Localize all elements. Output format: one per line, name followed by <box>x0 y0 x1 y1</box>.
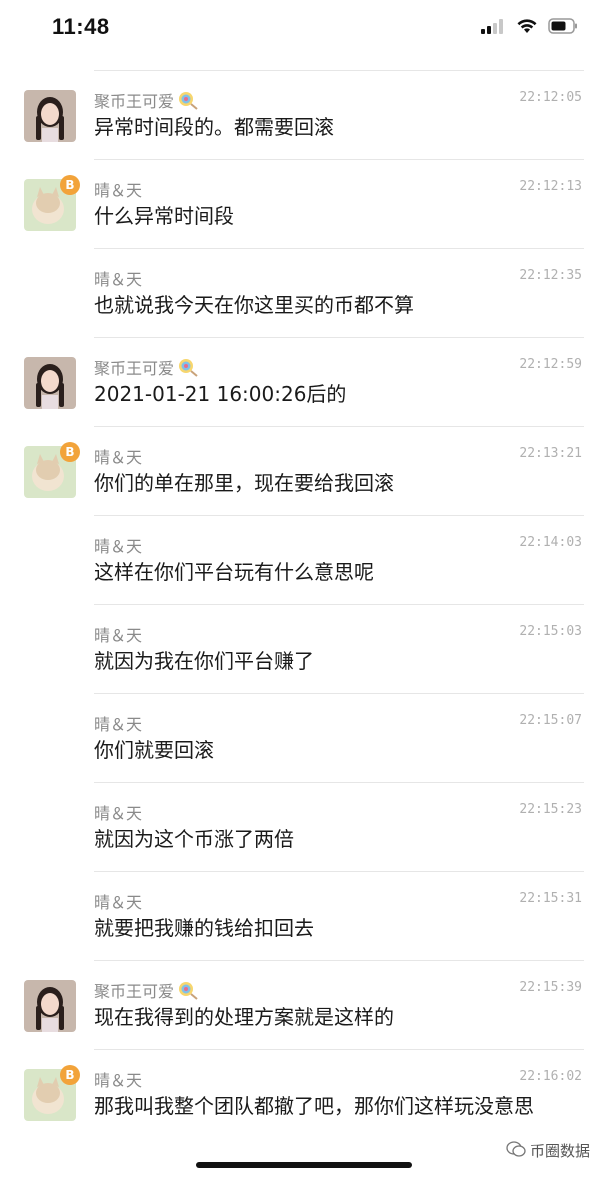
divider <box>94 782 584 783</box>
divider <box>94 70 584 71</box>
girl-avatar[interactable] <box>24 90 76 142</box>
message-text: 2021-01-21 16:00:26后的 <box>94 382 347 406</box>
message-text: 你们的单在那里，现在要给我回滚 <box>94 471 394 495</box>
message-time: 22:15:23 <box>519 802 582 817</box>
sender-name: 聚币王可爱 <box>94 355 199 381</box>
message-time: 22:16:02 <box>519 1069 582 1084</box>
message-text: 也就说我今天在你这里买的币都不算 <box>94 293 414 317</box>
divider <box>94 515 584 516</box>
message-time: 22:15:31 <box>519 891 582 906</box>
message-text: 什么异常时间段 <box>94 204 234 228</box>
sender-name: 晴＆天 <box>94 181 143 200</box>
bitcoin-badge-icon: B <box>60 1065 80 1085</box>
chat-message: 聚币王可爱 22:12:59 2021-01-21 16:00:26后的 <box>0 337 608 426</box>
wifi-icon <box>516 18 538 34</box>
sender-name: 晴＆天 <box>94 626 143 645</box>
message-time: 22:15:03 <box>519 624 582 639</box>
girl-avatar[interactable] <box>24 980 76 1032</box>
status-icons <box>480 18 578 34</box>
lollipop-icon <box>177 357 199 381</box>
sender-name: 晴＆天 <box>94 270 143 289</box>
lollipop-icon <box>177 90 199 114</box>
message-time: 22:12:13 <box>519 179 582 194</box>
message-text: 就因为我在你们平台赚了 <box>94 649 314 673</box>
watermark-text: 币圈数据 <box>529 1142 590 1160</box>
message-text: 这样在你们平台玩有什么意思呢 <box>94 560 374 584</box>
lollipop-icon <box>177 980 199 1004</box>
sender-name: 聚币王可爱 <box>94 978 199 1004</box>
sender-name: 聚币王可爱 <box>94 88 199 114</box>
chat-message: 晴＆天 22:12:35 也就说我今天在你这里买的币都不算 <box>0 248 608 337</box>
sender-name: 晴＆天 <box>94 893 143 912</box>
chat-message: 聚币王可爱 22:15:39 现在我得到的处理方案就是这样的 <box>0 960 608 1049</box>
chat-message: 晴＆天 22:14:03 这样在你们平台玩有什么意思呢 <box>0 515 608 604</box>
message-time: 22:14:03 <box>519 535 582 550</box>
divider <box>94 960 584 961</box>
sender-name: 晴＆天 <box>94 1071 143 1090</box>
divider <box>94 1049 584 1050</box>
chat-message: 晴＆天 22:15:07 你们就要回滚 <box>0 693 608 782</box>
divider <box>94 693 584 694</box>
divider <box>94 426 584 427</box>
chat-message: 晴＆天 22:15:31 就要把我赚的钱给扣回去 <box>0 871 608 960</box>
home-indicator[interactable] <box>196 1162 412 1168</box>
message-time: 22:12:35 <box>519 268 582 283</box>
message-time: 22:13:21 <box>519 446 582 461</box>
message-text: 就要把我赚的钱给扣回去 <box>94 916 314 940</box>
message-time: 22:15:07 <box>519 713 582 728</box>
chat-message: B 晴＆天 22:13:21 你们的单在那里，现在要给我回滚 <box>0 426 608 515</box>
status-bar: 11:48 <box>0 0 608 60</box>
battery-icon <box>548 18 578 34</box>
message-text: 那我叫我整个团队都撤了吧，那你们这样玩没意思 <box>94 1094 534 1118</box>
chat-message: 晴＆天 22:15:23 就因为这个币涨了两倍 <box>0 782 608 871</box>
wechat-logo-icon <box>506 1140 526 1161</box>
watermark: 币圈数据 <box>506 1140 590 1161</box>
sender-name: 晴＆天 <box>94 537 143 556</box>
message-time: 22:12:05 <box>519 90 582 105</box>
cat-avatar[interactable]: B <box>24 442 80 498</box>
chat-message: 晴＆天 22:15:03 就因为我在你们平台赚了 <box>0 604 608 693</box>
message-text: 你们就要回滚 <box>94 738 214 762</box>
divider <box>94 871 584 872</box>
cat-avatar[interactable]: B <box>24 1065 80 1121</box>
divider <box>94 337 584 338</box>
message-time: 22:15:39 <box>519 980 582 995</box>
bitcoin-badge-icon: B <box>60 175 80 195</box>
chat-message: 聚币王可爱 22:12:05 异常时间段的。都需要回滚 <box>0 70 608 159</box>
bitcoin-badge-icon: B <box>60 442 80 462</box>
message-text: 就因为这个币涨了两倍 <box>94 827 294 851</box>
cat-avatar[interactable]: B <box>24 175 80 231</box>
signal-icon <box>480 18 506 34</box>
sender-name: 晴＆天 <box>94 715 143 734</box>
sender-name: 晴＆天 <box>94 448 143 467</box>
divider <box>94 604 584 605</box>
chat-message: B 晴＆天 22:12:13 什么异常时间段 <box>0 159 608 248</box>
message-text: 异常时间段的。都需要回滚 <box>94 115 334 139</box>
sender-name: 晴＆天 <box>94 804 143 823</box>
status-time: 11:48 <box>52 14 110 39</box>
divider <box>94 159 584 160</box>
girl-avatar[interactable] <box>24 357 76 409</box>
divider <box>94 248 584 249</box>
message-text: 现在我得到的处理方案就是这样的 <box>94 1005 394 1029</box>
message-time: 22:12:59 <box>519 357 582 372</box>
